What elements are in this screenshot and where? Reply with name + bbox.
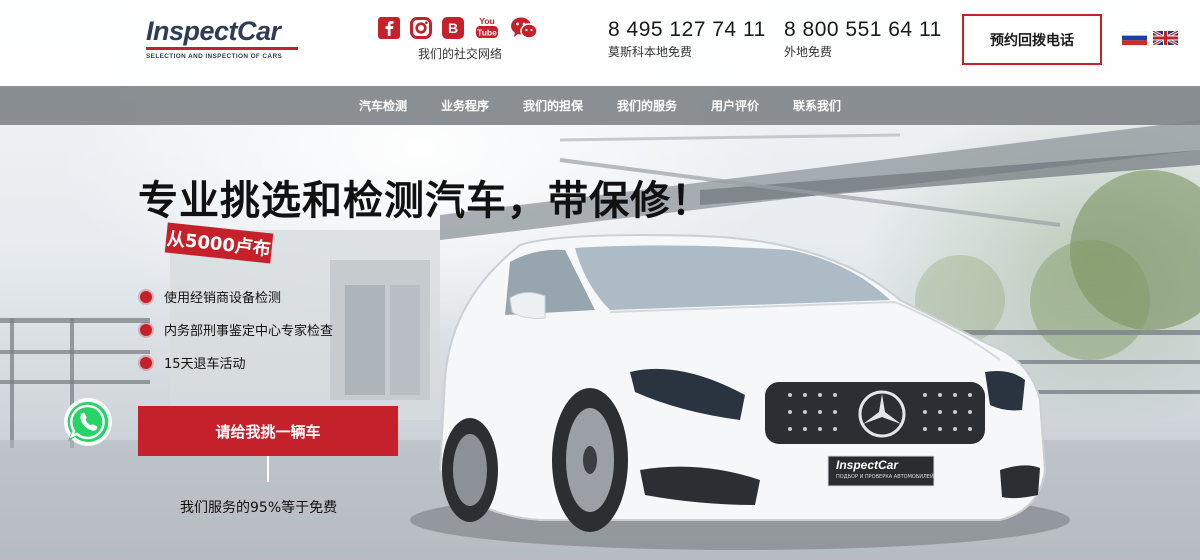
phone-moscow[interactable]: 8 495 127 74 11 莫斯科本地免费	[608, 18, 766, 62]
cta-connector-line	[267, 456, 269, 482]
social-icons-row: B You Tube	[376, 14, 546, 42]
svg-text:Tube: Tube	[477, 28, 497, 38]
main-nav: 汽车检测 业务程序 我们的担保 我们的服务 用户评价 联系我们	[0, 86, 1200, 125]
wechat-icon[interactable]	[510, 17, 538, 39]
hero-title: 专业挑选和检测汽车，带保修！	[138, 178, 712, 224]
bullet-dot-icon	[140, 290, 152, 303]
social-caption: 我们的社交网络	[418, 47, 503, 61]
logo-name: InspectCar	[146, 16, 281, 46]
nav-item-process[interactable]: 业务程序	[424, 97, 506, 114]
callback-button[interactable]: 预约回拨电话	[962, 14, 1102, 65]
feature-item: 使用经销商设备检测	[140, 280, 333, 313]
car-plate-brand: InspectCar	[836, 458, 899, 472]
feature-text: 内务部刑事鉴定中心专家检查	[164, 324, 334, 339]
ru-flag-icon[interactable]	[1121, 30, 1148, 45]
logo-underline	[146, 47, 298, 50]
phone-note-regions: 外地免费	[784, 45, 833, 59]
phone-note-moscow: 莫斯科本地免费	[608, 45, 693, 59]
social-networks: B You Tube 我们的社交网络	[376, 14, 546, 64]
feature-text: 使用经销商设备检测	[164, 291, 282, 306]
youtube-icon[interactable]: You Tube	[474, 16, 500, 39]
nav-item-car-inspection[interactable]: 汽车检测	[342, 97, 424, 114]
bullet-dot-icon	[140, 323, 152, 336]
uk-flag-icon[interactable]	[1152, 29, 1179, 47]
svg-text:You: You	[479, 16, 494, 26]
bullet-dot-icon	[140, 356, 152, 369]
vk-icon[interactable]: B	[442, 17, 464, 39]
cta-note: 我们服务的95%等于免费	[180, 500, 338, 516]
svg-text:B: B	[448, 20, 458, 36]
logo-tagline: SELECTION AND INSPECTION OF CARS	[146, 53, 283, 60]
site-header: InspectCar SELECTION AND INSPECTION OF C…	[0, 0, 1200, 86]
instagram-icon[interactable]	[410, 17, 432, 39]
nav-item-services[interactable]: 我们的服务	[600, 97, 694, 114]
language-switcher	[1121, 29, 1179, 47]
phone-regions[interactable]: 8 800 551 64 11 外地免费	[784, 18, 942, 62]
feature-text: 15天退车活动	[164, 357, 246, 372]
pick-car-button[interactable]: 请给我挑一辆车	[138, 406, 398, 456]
feature-item: 内务部刑事鉴定中心专家检查	[140, 313, 333, 346]
feature-list: 使用经销商设备检测 内务部刑事鉴定中心专家检查 15天退车活动	[140, 280, 333, 379]
logo[interactable]: InspectCar SELECTION AND INSPECTION OF C…	[146, 16, 302, 64]
phone-number-regions[interactable]: 8 800 551 64 11	[784, 18, 942, 42]
whatsapp-icon[interactable]	[62, 396, 114, 448]
nav-item-guarantee[interactable]: 我们的担保	[506, 97, 600, 114]
nav-item-contacts[interactable]: 联系我们	[776, 97, 858, 114]
facebook-icon[interactable]	[378, 17, 400, 39]
feature-item: 15天退车活动	[140, 346, 333, 379]
phone-number-moscow[interactable]: 8 495 127 74 11	[608, 18, 766, 42]
nav-item-reviews[interactable]: 用户评价	[694, 97, 776, 114]
car-plate-subtitle: ПОДБОР И ПРОВЕРКА АВТОМОБИЛЕЙ	[836, 474, 934, 480]
